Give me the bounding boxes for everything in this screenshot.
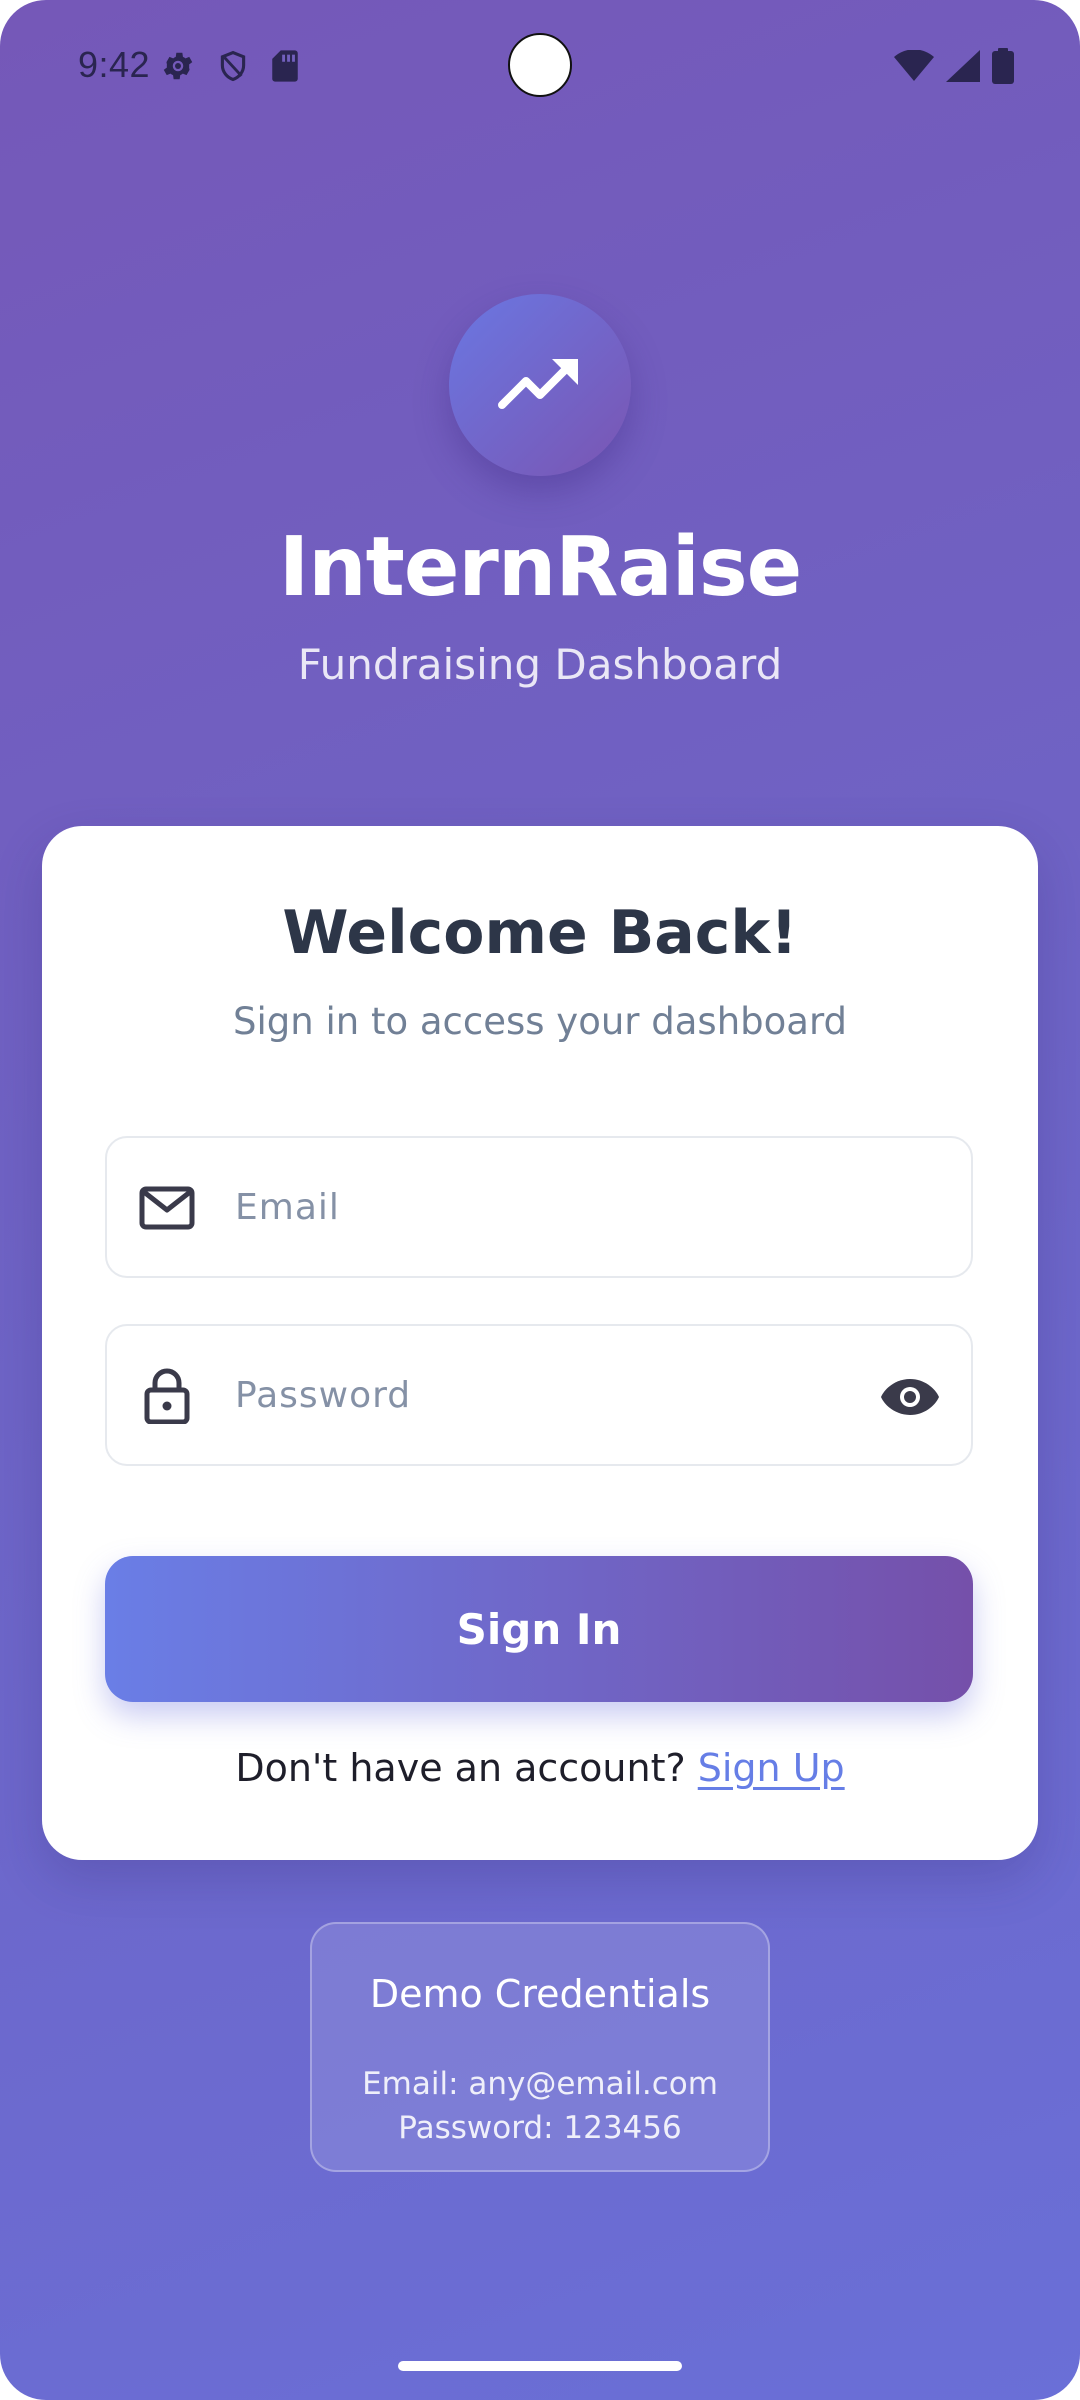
signup-prompt: Don't have an account?: [235, 1746, 698, 1790]
shield-icon: [216, 48, 250, 84]
demo-email: Email: any@email.com: [362, 2066, 718, 2102]
wifi-icon: [894, 50, 934, 82]
demo-password: Password: 123456: [398, 2110, 682, 2146]
home-indicator[interactable]: [398, 2361, 682, 2371]
signal-icon: [946, 50, 980, 82]
email-field[interactable]: [105, 1136, 973, 1278]
sd-card-icon: [270, 49, 300, 83]
demo-credentials-box: Demo Credentials Email: any@email.com Pa…: [310, 1922, 770, 2172]
lock-icon: [139, 1368, 195, 1424]
card-title: Welcome Back!: [282, 898, 798, 968]
card-subtitle: Sign in to access your dashboard: [233, 1000, 847, 1043]
mail-icon: [139, 1180, 195, 1236]
trending-up-icon: [498, 355, 582, 416]
status-right-icons: [894, 48, 1014, 84]
signup-prompt-row: Don't have an account? Sign Up: [42, 1746, 1038, 1790]
settings-icon: [160, 48, 196, 84]
status-bar: 9:42: [0, 0, 1080, 130]
sign-in-button[interactable]: Sign In: [105, 1556, 973, 1702]
login-card: Welcome Back! Sign in to access your das…: [42, 826, 1038, 1860]
app-title: InternRaise: [278, 520, 803, 615]
email-input[interactable]: [235, 1138, 835, 1276]
status-time: 9:42: [78, 44, 151, 85]
eye-icon[interactable]: [879, 1366, 941, 1428]
front-camera: [508, 33, 572, 97]
status-left-icons: [160, 48, 300, 84]
battery-icon: [992, 48, 1014, 84]
password-field[interactable]: [105, 1324, 973, 1466]
app-subtitle: Fundraising Dashboard: [297, 640, 783, 689]
demo-title: Demo Credentials: [369, 1972, 711, 2016]
signup-link[interactable]: Sign Up: [698, 1746, 845, 1790]
app-logo: [449, 294, 631, 476]
login-screen: 9:42 InternRaise Fundraising Dashboard W…: [0, 0, 1080, 2400]
password-input[interactable]: [235, 1326, 835, 1464]
